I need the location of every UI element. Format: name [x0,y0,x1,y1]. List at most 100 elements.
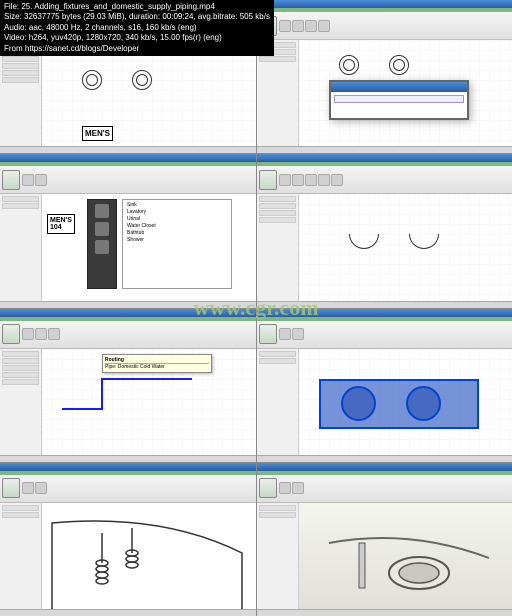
basin-edge[interactable] [52,521,242,609]
tool-button[interactable] [279,482,291,494]
panel-row[interactable] [259,351,296,357]
panel-row[interactable] [2,351,39,357]
content [0,503,256,609]
3d-canvas[interactable] [42,503,256,609]
pipe-vertical[interactable] [359,543,365,588]
list-item[interactable]: Bathtub [125,230,229,236]
tool-button[interactable] [22,328,34,340]
tool-button[interactable] [305,20,317,32]
panel-row[interactable] [2,63,39,69]
list-item[interactable]: Lavatory [125,209,229,215]
urinal-fixture[interactable] [339,55,359,75]
tool-button[interactable] [292,482,304,494]
panel-row[interactable] [2,505,39,511]
selected-fixture[interactable] [341,386,376,421]
3d-canvas[interactable] [299,503,512,609]
file-list[interactable]: Sink Lavatory Urinal Water Closet Bathtu… [122,199,232,289]
panel-row[interactable] [2,379,39,385]
dialog-body [331,92,467,106]
properties-panel [0,349,42,455]
coil[interactable] [96,566,108,572]
tool-button[interactable] [305,174,317,186]
tool-button[interactable] [22,174,34,186]
sink-fixture[interactable] [349,234,379,249]
tool-button[interactable] [292,328,304,340]
tool-button[interactable] [331,174,343,186]
tool-button[interactable] [22,482,34,494]
places-panel[interactable] [87,199,117,289]
drawing-canvas[interactable] [299,40,512,146]
app-button[interactable] [259,478,277,498]
content [257,194,512,300]
panel-row[interactable] [2,77,39,83]
tool-button[interactable] [292,174,304,186]
panel-row[interactable] [2,70,39,76]
app-button[interactable] [259,324,277,344]
properties-panel [0,503,42,609]
title-bar [0,463,256,471]
list-item[interactable]: Urinal [125,216,229,222]
panel-row[interactable] [259,512,296,518]
app-button[interactable] [2,478,20,498]
panel-row[interactable] [2,56,39,62]
tool-button[interactable] [279,174,291,186]
drawing-canvas[interactable]: MEN'S 104 Sink Lavatory Urinal Water Clo… [42,194,256,300]
app-button[interactable] [2,324,20,344]
tool-button[interactable] [48,328,60,340]
dialog-titlebar[interactable] [331,82,467,92]
place-icon[interactable] [95,222,109,236]
status-bar [0,609,256,616]
coil[interactable] [96,578,108,584]
panel-row[interactable] [2,512,39,518]
status-bar [0,146,256,153]
panel-row[interactable] [2,365,39,371]
urinal-fixture[interactable] [82,70,102,90]
panel-row[interactable] [259,210,296,216]
text-field[interactable] [334,95,464,103]
tool-button[interactable] [279,328,291,340]
app-button[interactable] [259,170,277,190]
place-icon[interactable] [95,240,109,254]
panel-row[interactable] [259,196,296,202]
panel-row[interactable] [259,358,296,364]
counter-edge[interactable] [329,538,489,558]
coil[interactable] [126,556,138,562]
basin-bowl[interactable] [399,563,439,583]
selection-region[interactable] [319,379,479,429]
urinal-fixture[interactable] [132,70,152,90]
drawing-canvas[interactable] [299,194,512,300]
drawing-canvas[interactable] [299,349,512,455]
list-item[interactable]: Sink [125,202,229,208]
drawing-canvas[interactable]: Routing Pipe: Domestic Cold Water [42,349,256,455]
panel-row[interactable] [259,56,296,62]
templates-dialog[interactable] [329,80,469,120]
list-item[interactable]: Water Closet [125,223,229,229]
coil[interactable] [96,572,108,578]
list-item[interactable]: Shower [125,237,229,243]
pipe-line[interactable] [62,379,192,409]
sink-fixture[interactable] [409,234,439,249]
selected-fixture[interactable] [406,386,441,421]
panel-row[interactable] [259,217,296,223]
place-icon[interactable] [95,204,109,218]
tool-button[interactable] [35,482,47,494]
urinal-fixture[interactable] [389,55,409,75]
app-button[interactable] [2,170,20,190]
panel-row[interactable] [2,196,39,202]
tool-button[interactable] [318,174,330,186]
tool-button[interactable] [318,20,330,32]
thumbnail-grid: MEN'S [0,0,512,616]
tool-button[interactable] [292,20,304,32]
coil[interactable] [126,562,138,568]
panel-row[interactable] [2,203,39,209]
ribbon-toolbar [257,475,512,503]
tool-button[interactable] [35,328,47,340]
tool-button[interactable] [35,174,47,186]
panel-row[interactable] [259,505,296,511]
panel-row[interactable] [2,372,39,378]
panel-row[interactable] [259,203,296,209]
panel-row[interactable] [2,358,39,364]
title-bar [257,463,512,471]
tool-button[interactable] [279,20,291,32]
ribbon-toolbar [257,12,512,40]
